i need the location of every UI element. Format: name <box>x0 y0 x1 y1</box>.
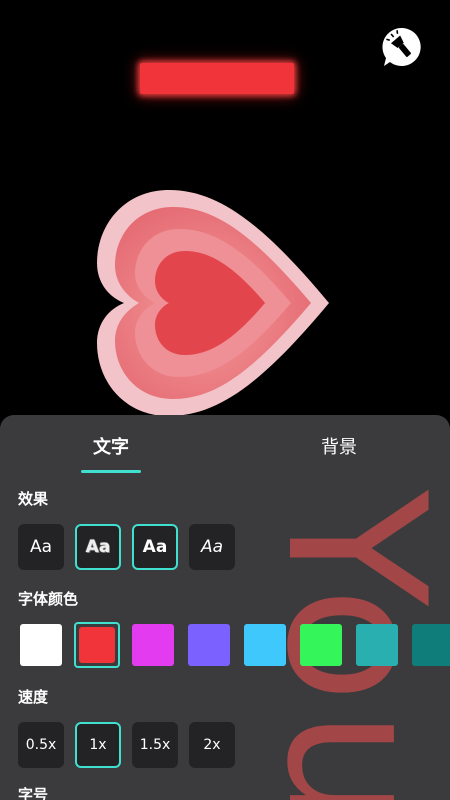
led-banner-editor-screen: You 文字 背景 效果 Aa Aa Aa Aa 字体颜色 速度 0.5x 1x 1… <box>0 0 450 800</box>
effects-row: Aa Aa Aa Aa <box>18 524 235 570</box>
color-swatch-fill <box>300 624 342 666</box>
heart-emoji-preview <box>89 185 339 421</box>
effect-italic-button[interactable]: Aa <box>189 524 235 570</box>
active-tab-indicator <box>81 470 141 473</box>
speed-row: 0.5x 1x 1.5x 2x <box>18 722 235 768</box>
font-color-section-title: 字体颜色 <box>18 590 79 608</box>
color-swatch[interactable] <box>242 622 288 668</box>
effects-section-title: 效果 <box>18 490 49 508</box>
tab-text[interactable]: 文字 <box>51 433 171 459</box>
color-swatch-fill <box>188 624 230 666</box>
flashlight-button[interactable] <box>381 26 423 68</box>
speed-option-button[interactable]: 0.5x <box>18 722 64 768</box>
color-swatch-fill <box>244 624 286 666</box>
speed-section-title: 速度 <box>18 688 49 706</box>
led-text-preview-bar <box>140 63 294 94</box>
speed-option-button[interactable]: 1x <box>75 722 121 768</box>
color-swatch[interactable] <box>410 622 450 668</box>
effect-label: Aa <box>142 537 168 557</box>
font-color-row <box>18 622 450 668</box>
panel-tabs: 文字 背景 <box>0 415 450 475</box>
color-swatch-fill <box>356 624 398 666</box>
color-swatch-fill <box>132 624 174 666</box>
color-swatch-fill <box>79 627 115 663</box>
effect-label: Aa <box>200 537 224 557</box>
effect-normal-button[interactable]: Aa <box>18 524 64 570</box>
effect-bold-button[interactable]: Aa <box>132 524 178 570</box>
color-swatch[interactable] <box>18 622 64 668</box>
effect-outline-button[interactable]: Aa <box>75 524 121 570</box>
color-swatch[interactable] <box>298 622 344 668</box>
color-swatch[interactable] <box>74 622 120 668</box>
speed-option-button[interactable]: 2x <box>189 722 235 768</box>
color-swatch[interactable] <box>186 622 232 668</box>
font-size-section-title: 字号 <box>18 786 49 800</box>
tab-background[interactable]: 背景 <box>279 433 399 459</box>
effect-label: Aa <box>85 537 111 557</box>
speed-option-button[interactable]: 1.5x <box>132 722 178 768</box>
color-swatch[interactable] <box>130 622 176 668</box>
effect-label: Aa <box>29 537 53 557</box>
color-swatch[interactable] <box>354 622 400 668</box>
color-swatch-fill <box>20 624 62 666</box>
color-swatch-fill <box>412 624 450 666</box>
flashlight-icon <box>382 27 421 66</box>
